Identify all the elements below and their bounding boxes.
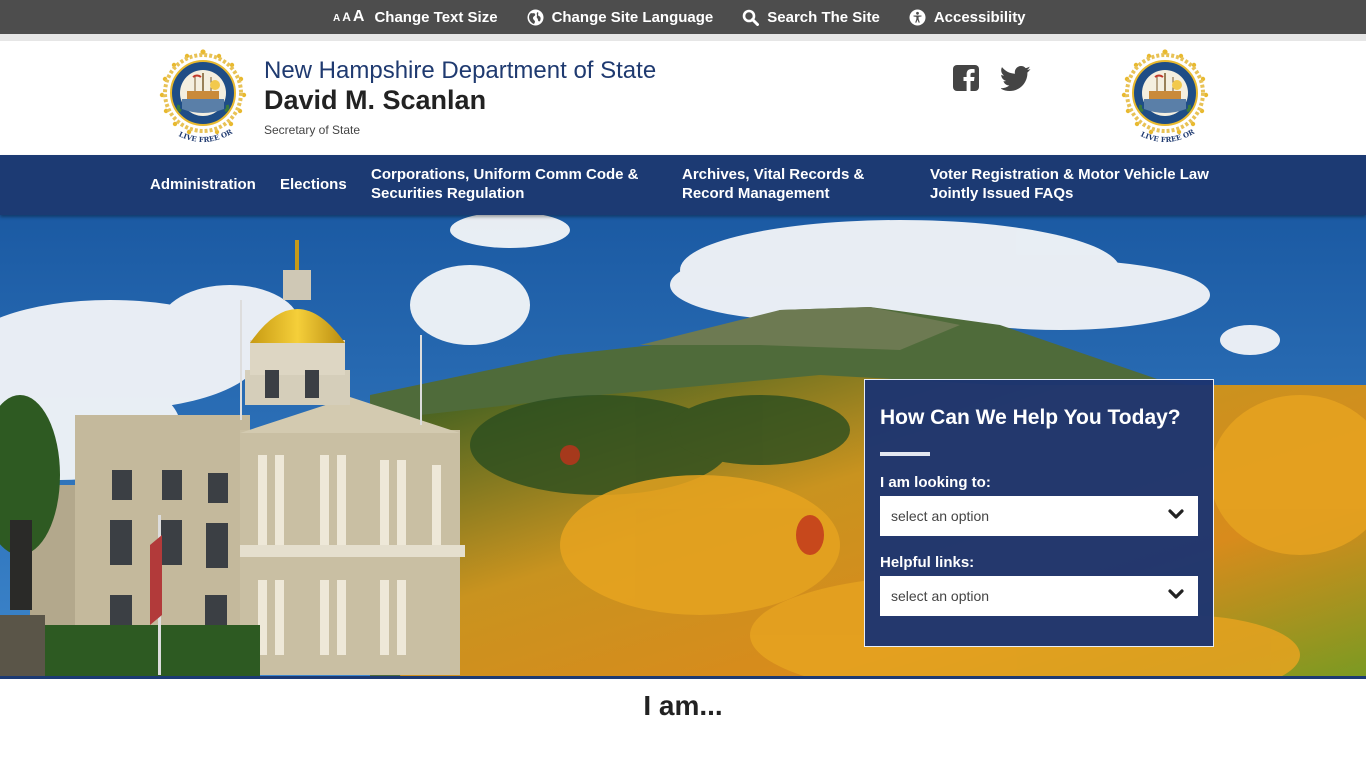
twitter-link[interactable] — [1000, 65, 1031, 96]
header-divider — [0, 34, 1366, 41]
text-size-icon: A A A — [333, 8, 365, 25]
chevron-down-icon — [1168, 507, 1184, 525]
search-site-link[interactable]: Search The Site — [742, 9, 880, 26]
helpful-links-select[interactable]: select an option — [880, 576, 1198, 616]
i-am-section-heading: I am... — [643, 690, 723, 721]
accessibility-icon — [909, 9, 926, 26]
hero-bottom-border — [0, 676, 1366, 679]
facebook-link[interactable] — [953, 65, 979, 96]
secretary-name: David M. Scanlan — [264, 85, 487, 115]
helpful-links-label: Helpful links: — [880, 554, 975, 571]
globe-icon — [527, 9, 544, 26]
facebook-icon — [953, 65, 979, 96]
change-site-language-label: Change Site Language — [551, 8, 714, 26]
looking-to-select[interactable]: select an option — [880, 496, 1198, 536]
secretary-role: Secretary of State — [264, 123, 361, 137]
utility-bar: A A A Change Text Size Change Site Langu… — [0, 0, 1366, 34]
accessibility-label: Accessibility — [933, 8, 1026, 26]
chevron-down-icon — [1168, 587, 1184, 605]
search-site-label: Search The Site — [767, 8, 880, 26]
looking-to-select-value: select an option — [891, 508, 990, 524]
nav-item-elections[interactable]: Elections — [280, 175, 347, 194]
nav-item-archives[interactable]: Archives, Vital Records & Record Managem… — [682, 165, 864, 203]
twitter-icon — [1000, 65, 1031, 96]
help-widget: How Can We Help You Today? I am looking … — [864, 379, 1214, 647]
change-text-size-label: Change Text Size — [374, 8, 498, 26]
nav-item-corporations[interactable]: Corporations, Uniform Comm Code & Securi… — [371, 165, 639, 203]
social-links — [953, 65, 1053, 96]
main-navigation: Administration Elections Corporations, U… — [0, 155, 1366, 215]
department-title[interactable]: New Hampshire Department of State — [264, 57, 656, 85]
change-text-size-link[interactable]: A A A Change Text Size — [333, 8, 498, 26]
looking-to-label: I am looking to: — [880, 474, 991, 491]
helpful-links-select-value: select an option — [891, 588, 990, 604]
title-underline — [880, 452, 930, 456]
change-site-language-link[interactable]: Change Site Language — [527, 8, 714, 26]
accessibility-link[interactable]: Accessibility — [909, 9, 1026, 26]
state-seal-logo-right[interactable]: LIVE FREE OR DIE — [1116, 40, 1211, 151]
nav-item-administration[interactable]: Administration — [150, 175, 256, 194]
search-icon — [742, 9, 760, 26]
nav-item-voter-registration-faqs[interactable]: Voter Registration & Motor Vehicle Law J… — [930, 165, 1209, 203]
site-header: LIVE FREE OR DIE New Hampshire Departmen… — [0, 40, 1366, 155]
utility-links: A A A Change Text Size Change Site Langu… — [333, 0, 1026, 34]
state-seal-logo-left[interactable]: LIVE FREE OR DIE — [154, 40, 249, 151]
help-widget-title: How Can We Help You Today? — [880, 406, 1181, 429]
site-titles: New Hampshire Department of State David … — [264, 57, 656, 137]
